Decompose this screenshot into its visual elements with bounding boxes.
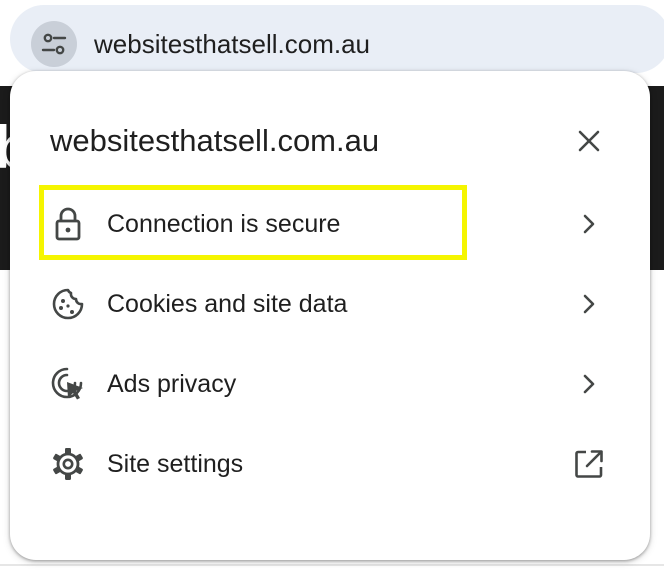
- lock-icon: [50, 206, 86, 242]
- url-text[interactable]: websitesthatsell.com.au: [94, 27, 370, 61]
- menu-item-site-settings[interactable]: Site settings: [10, 428, 650, 500]
- close-button[interactable]: [570, 122, 608, 160]
- background-page-divider: [0, 564, 664, 566]
- menu-item-label: Connection is secure: [107, 210, 341, 238]
- close-icon: [578, 130, 600, 152]
- menu-item-label: Ads privacy: [107, 370, 237, 398]
- popup-title: websitesthatsell.com.au: [50, 123, 380, 158]
- gear-icon: [50, 446, 86, 482]
- menu-item-cookies[interactable]: Cookies and site data: [10, 268, 650, 340]
- chevron-right-icon: [571, 366, 607, 402]
- address-bar[interactable]: websitesthatsell.com.au: [10, 5, 664, 73]
- site-info-button[interactable]: [31, 21, 77, 67]
- cookie-icon: [50, 286, 86, 322]
- menu-item-ads-privacy[interactable]: Ads privacy: [10, 348, 650, 420]
- menu-item-connection[interactable]: Connection is secure: [10, 188, 650, 260]
- tune-icon: [41, 33, 67, 55]
- menu-item-label: Site settings: [107, 450, 244, 478]
- site-info-popup: websitesthatsell.com.au Connection is se…: [10, 71, 650, 560]
- menu-item-label: Cookies and site data: [107, 290, 348, 318]
- open-in-new-icon: [571, 446, 607, 482]
- chevron-right-icon: [571, 286, 607, 322]
- chevron-right-icon: [571, 206, 607, 242]
- ads-privacy-icon: [50, 366, 86, 402]
